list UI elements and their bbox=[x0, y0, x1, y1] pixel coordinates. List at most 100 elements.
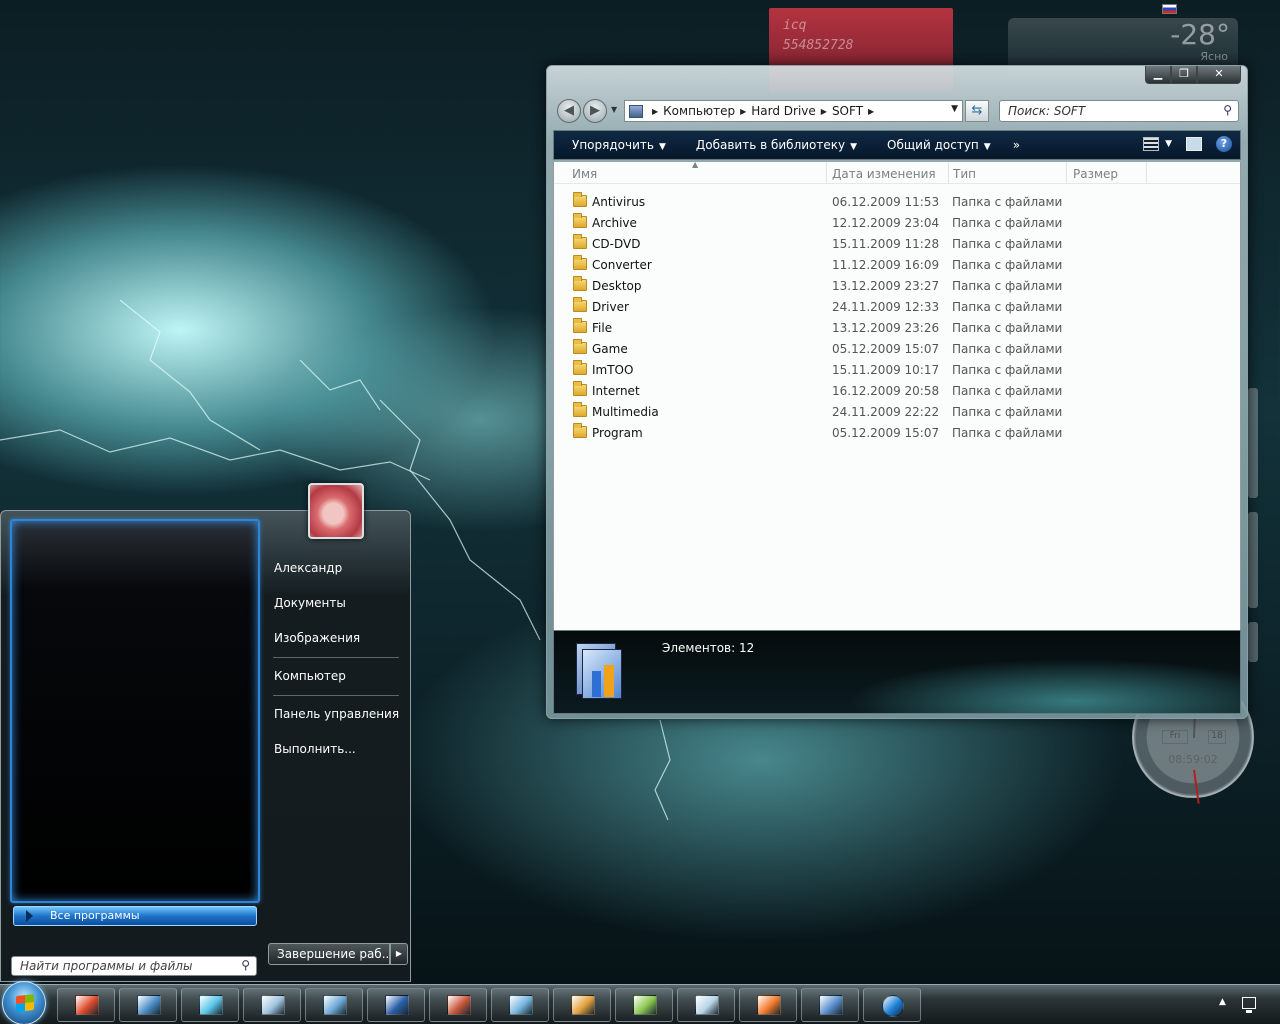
computer-icon bbox=[629, 104, 643, 118]
forward-button[interactable]: ▶ bbox=[583, 99, 607, 123]
navigation-bar: ◀ ▶ ▼ ▶ Компьютер ▶ Hard Drive ▶ SOFT ▶ … bbox=[555, 98, 1239, 124]
start-item-control-panel[interactable]: Панель управления bbox=[274, 707, 399, 721]
column-name[interactable]: Имя bbox=[572, 167, 597, 181]
start-item-user[interactable]: Александр bbox=[274, 561, 342, 575]
table-row[interactable]: Desktop 13.12.2009 23:27 Папка с файлами bbox=[554, 276, 1240, 297]
network-tray-icon[interactable] bbox=[1242, 997, 1256, 1013]
breadcrumb-chevron-icon[interactable]: ▶ bbox=[868, 107, 874, 116]
file-date: 16.12.2009 20:58 bbox=[832, 384, 940, 398]
file-name: Antivirus bbox=[592, 195, 646, 209]
explorer-icon bbox=[137, 995, 161, 1015]
start-item-pictures[interactable]: Изображения bbox=[274, 631, 360, 645]
shutdown-options-button[interactable]: ▶ bbox=[390, 943, 408, 965]
column-size[interactable]: Размер bbox=[1073, 167, 1118, 181]
folder-icon bbox=[573, 360, 587, 375]
table-row[interactable]: Converter 11.12.2009 16:09 Папка с файлами bbox=[554, 255, 1240, 276]
breadcrumb-hard-drive[interactable]: Hard Drive bbox=[751, 104, 816, 118]
taskbar-button[interactable] bbox=[429, 988, 487, 1022]
start-search-placeholder: Найти программы и файлы bbox=[20, 959, 193, 973]
documents-icon bbox=[261, 995, 285, 1015]
taskbar-button[interactable] bbox=[243, 988, 301, 1022]
clock-digital-time: 08:59:02 bbox=[1168, 753, 1218, 766]
taskbar-button[interactable] bbox=[181, 988, 239, 1022]
column-divider[interactable] bbox=[1146, 162, 1147, 184]
table-row[interactable]: Archive 12.12.2009 23:04 Папка с файлами bbox=[554, 213, 1240, 234]
taskbar-button[interactable] bbox=[367, 988, 425, 1022]
table-row[interactable]: CD-DVD 15.11.2009 11:28 Папка с файлами bbox=[554, 234, 1240, 255]
all-programs-button[interactable]: Все программы bbox=[13, 906, 257, 926]
breadcrumb-chevron-icon[interactable]: ▶ bbox=[740, 107, 746, 116]
tray-expand-icon[interactable]: ▲ bbox=[1219, 997, 1226, 1007]
view-dropdown-icon[interactable]: ▼ bbox=[1165, 139, 1172, 149]
breadcrumb-chevron-icon[interactable]: ▶ bbox=[821, 107, 827, 116]
add-to-library-button[interactable]: Добавить в библиотеку ▼ bbox=[696, 138, 857, 152]
table-row[interactable]: ImTOO 15.11.2009 10:17 Папка с файлами bbox=[554, 360, 1240, 381]
table-row[interactable]: Program 05.12.2009 15:07 Папка с файлами bbox=[554, 423, 1240, 444]
breadcrumb-soft[interactable]: SOFT bbox=[832, 104, 863, 118]
column-divider[interactable] bbox=[1066, 162, 1067, 184]
organize-button[interactable]: Упорядочить ▼ bbox=[572, 138, 666, 152]
taskbar-button[interactable] bbox=[863, 988, 921, 1022]
start-button[interactable] bbox=[2, 981, 46, 1024]
column-type[interactable]: Тип bbox=[953, 167, 976, 181]
share-button[interactable]: Общий доступ ▼ bbox=[887, 138, 991, 152]
table-row[interactable]: Game 05.12.2009 15:07 Папка с файлами bbox=[554, 339, 1240, 360]
column-divider[interactable] bbox=[826, 162, 827, 184]
shutdown-button[interactable]: Завершение раб... bbox=[268, 943, 390, 965]
address-dropdown-icon[interactable]: ▼ bbox=[951, 104, 958, 114]
start-item-documents[interactable]: Документы bbox=[274, 596, 346, 610]
refresh-button[interactable]: ⇆ bbox=[965, 100, 989, 122]
column-divider[interactable] bbox=[948, 162, 949, 184]
start-item-run[interactable]: Выполнить... bbox=[274, 742, 356, 756]
clock-day: Fri bbox=[1162, 730, 1188, 744]
tools-icon bbox=[819, 995, 843, 1015]
table-row[interactable]: Antivirus 06.12.2009 11:53 Папка с файлами bbox=[554, 192, 1240, 213]
history-dropdown-icon[interactable]: ▼ bbox=[611, 105, 617, 114]
back-button[interactable]: ◀ bbox=[557, 99, 581, 123]
programs-list bbox=[10, 519, 260, 903]
all-programs-label: Все программы bbox=[50, 909, 140, 922]
taskbar-button[interactable] bbox=[553, 988, 611, 1022]
file-name: Multimedia bbox=[592, 405, 659, 419]
taskbar-button[interactable] bbox=[491, 988, 549, 1022]
user-avatar[interactable] bbox=[308, 483, 364, 539]
table-row[interactable]: Driver 24.11.2009 12:33 Папка с файлами bbox=[554, 297, 1240, 318]
start-search-input[interactable]: Найти программы и файлы ⚲ bbox=[11, 956, 257, 976]
add-to-library-label: Добавить в библиотеку bbox=[695, 138, 846, 152]
close-button[interactable]: ✕ bbox=[1197, 66, 1241, 84]
taskbar-button[interactable] bbox=[119, 988, 177, 1022]
minimize-button[interactable]: ▁ bbox=[1145, 66, 1171, 84]
column-date-modified[interactable]: Дата изменения bbox=[832, 167, 936, 181]
table-row[interactable]: Internet 16.12.2009 20:58 Папка с файлами bbox=[554, 381, 1240, 402]
folder-icon bbox=[573, 213, 587, 228]
taskbar-button[interactable] bbox=[305, 988, 363, 1022]
taskbar-button[interactable] bbox=[739, 988, 797, 1022]
address-bar[interactable]: ▶ Компьютер ▶ Hard Drive ▶ SOFT ▶ ▼ bbox=[624, 100, 963, 122]
table-row[interactable]: File 13.12.2009 23:26 Папка с файлами bbox=[554, 318, 1240, 339]
search-icon[interactable]: ⚲ bbox=[1223, 103, 1232, 117]
file-type: Папка с файлами bbox=[952, 321, 1063, 335]
preview-pane-icon[interactable] bbox=[1186, 137, 1202, 151]
more-commands-button[interactable]: » bbox=[1013, 138, 1020, 152]
language-flag-icon[interactable] bbox=[1162, 4, 1177, 14]
breadcrumb-chevron-icon[interactable]: ▶ bbox=[652, 107, 658, 116]
taskbar-button[interactable] bbox=[801, 988, 859, 1022]
window-icon bbox=[695, 995, 719, 1015]
maximize-button[interactable]: ❐ bbox=[1171, 66, 1197, 84]
start-item-computer[interactable]: Компьютер bbox=[274, 669, 346, 683]
desktop-edge-gadget bbox=[1248, 512, 1258, 608]
search-input[interactable]: Поиск: SOFT ⚲ bbox=[999, 100, 1239, 122]
folder-icon bbox=[573, 423, 587, 438]
video-icon bbox=[447, 995, 471, 1015]
file-date: 13.12.2009 23:27 bbox=[832, 279, 940, 293]
view-details-icon[interactable] bbox=[1143, 137, 1160, 151]
breadcrumb-computer[interactable]: Компьютер bbox=[663, 104, 735, 118]
file-type: Папка с файлами bbox=[952, 216, 1063, 230]
file-name: Converter bbox=[592, 258, 652, 272]
explorer-window[interactable]: ▁ ❐ ✕ ◀ ▶ ▼ ▶ Компьютер ▶ Hard Drive ▶ S… bbox=[546, 65, 1248, 719]
taskbar-button[interactable] bbox=[615, 988, 673, 1022]
taskbar-button[interactable] bbox=[677, 988, 735, 1022]
help-icon[interactable]: ? bbox=[1216, 136, 1232, 152]
table-row[interactable]: Multimedia 24.11.2009 22:22 Папка с файлам… bbox=[554, 402, 1240, 423]
taskbar-button[interactable] bbox=[57, 988, 115, 1022]
